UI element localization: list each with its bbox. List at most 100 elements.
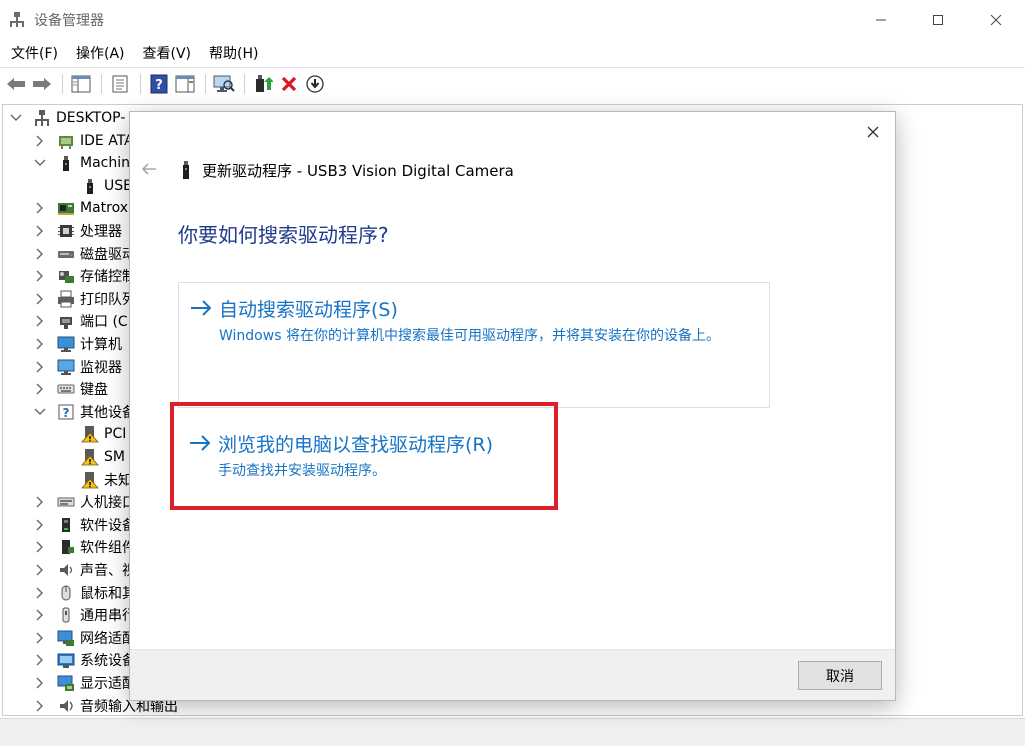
chevron-right-icon[interactable] [33, 653, 47, 667]
disable-device-button[interactable] [303, 72, 327, 96]
chevron-right-icon[interactable] [33, 676, 47, 690]
tree-row[interactable]: 存储控制 [33, 265, 136, 287]
speaker-icon [57, 561, 75, 579]
chevron-right-icon[interactable] [33, 292, 47, 306]
tree-row[interactable]: Matrox [33, 197, 128, 219]
update-driver-button[interactable] [251, 72, 275, 96]
window-close-button[interactable] [967, 0, 1025, 40]
tree-row-label: PCI [104, 426, 127, 443]
tree-row[interactable]: 监视器 [33, 356, 122, 378]
properties-button[interactable] [108, 72, 132, 96]
tree-row[interactable]: USB [57, 175, 133, 197]
tree-row[interactable]: 鼠标和其 [33, 582, 136, 604]
chevron-right-icon[interactable] [33, 224, 47, 238]
printer-icon [57, 290, 75, 308]
tree-row-label: 打印队列 [80, 291, 136, 308]
chevron-right-icon[interactable] [33, 608, 47, 622]
card-icon [57, 199, 75, 217]
chevron-right-icon[interactable] [33, 699, 47, 713]
minimize-button[interactable] [852, 0, 910, 40]
chevron-right-icon[interactable] [33, 247, 47, 261]
help-button[interactable]: ? [147, 72, 171, 96]
chevron-right-icon[interactable] [33, 382, 47, 396]
show-hide-console-tree-button[interactable] [69, 72, 93, 96]
chevron-right-icon[interactable] [33, 134, 47, 148]
usb-controller-icon [57, 606, 75, 624]
tree-row[interactable]: Machin [33, 152, 130, 174]
red-x-icon [281, 76, 297, 91]
auto-search-option[interactable]: 自动搜索驱动程序(S) Windows 将在你的计算机中搜索最佳可用驱动程序，并… [178, 282, 770, 408]
scan-monitor-icon [213, 75, 235, 92]
tree-row[interactable]: ? 其他设备 [33, 401, 136, 423]
tree-row[interactable]: PCI [57, 423, 126, 445]
chevron-right-icon[interactable] [33, 201, 47, 215]
tree-row-label: 鼠标和其 [80, 585, 136, 602]
action-pane-button[interactable] [173, 72, 197, 96]
tree-row[interactable]: 键盘 [33, 378, 108, 400]
tree-row-label: 通用串行 [80, 608, 136, 625]
tree-row[interactable]: 处理器 [33, 220, 122, 242]
minimize-icon [876, 19, 886, 21]
tree-row[interactable]: 通用串行 [33, 604, 136, 626]
dialog-close-button[interactable] [865, 124, 881, 140]
chevron-right-icon[interactable] [33, 518, 47, 532]
tree-row[interactable]: 显示适配 [33, 672, 136, 694]
tree-row[interactable]: 软件设备 [33, 514, 136, 536]
chevron-right-icon[interactable] [33, 337, 47, 351]
cancel-button[interactable]: 取消 [798, 661, 882, 690]
tree-row[interactable]: 打印队列 [33, 288, 136, 310]
tree-row-label: 未知 [104, 472, 132, 489]
toolbar-separator [140, 73, 141, 94]
unknown-device-icon: ? [57, 403, 75, 421]
chevron-right-icon[interactable] [33, 586, 47, 600]
tree-row[interactable]: 端口 (C [33, 310, 128, 332]
tree-row[interactable]: 人机接口 [33, 491, 136, 513]
computer-icon [33, 109, 51, 127]
maximize-icon [933, 15, 943, 25]
tree-row[interactable]: 网络适配 [33, 627, 136, 649]
menu-help[interactable]: 帮助(H) [202, 41, 265, 65]
tree-row-label: Matrox [80, 200, 129, 217]
tree-row[interactable]: 声音、视 [33, 559, 136, 581]
close-icon [990, 14, 1002, 26]
dialog-back-button[interactable] [140, 161, 158, 177]
tree-row[interactable]: 系统设备 [33, 649, 136, 671]
chevron-right-icon[interactable] [33, 563, 47, 577]
chevron-down-icon[interactable] [33, 156, 47, 170]
maximize-button[interactable] [909, 0, 967, 40]
keyboard-icon [57, 380, 75, 398]
uninstall-device-button[interactable] [277, 72, 301, 96]
tree-row[interactable]: 未知 [57, 469, 132, 491]
tree-row[interactable]: SM [57, 446, 125, 468]
warning-device-icon [81, 425, 99, 443]
chevron-down-icon[interactable] [9, 111, 23, 125]
software-device-icon [57, 516, 75, 534]
scan-hardware-button[interactable] [212, 72, 236, 96]
right-arrow-icon [191, 300, 212, 316]
chevron-right-icon[interactable] [33, 269, 47, 283]
chevron-right-icon[interactable] [33, 360, 47, 374]
tree-row[interactable]: IDE ATA [33, 130, 134, 152]
tree-row[interactable]: 计算机 [33, 333, 122, 355]
tree-row-label: 声音、视 [80, 563, 136, 579]
chevron-right-icon[interactable] [33, 631, 47, 645]
chevron-right-icon[interactable] [33, 314, 47, 328]
tree-row-label: 监视器 [80, 359, 122, 376]
dialog-question: 你要如何搜索驱动程序? [178, 223, 389, 247]
back-button[interactable] [4, 72, 28, 96]
menu-action[interactable]: 操作(A) [69, 41, 132, 65]
tree-row[interactable]: 软件组件 [33, 536, 136, 558]
window-title: 设备管理器 [34, 13, 104, 29]
chevron-right-icon[interactable] [33, 540, 47, 554]
menu-view[interactable]: 查看(V) [136, 41, 199, 65]
red-highlight-box [170, 402, 558, 510]
chevron-down-icon[interactable] [33, 405, 47, 419]
port-icon [57, 312, 75, 330]
tree-row[interactable]: 磁盘驱动 [33, 243, 136, 265]
forward-button[interactable] [30, 72, 54, 96]
menu-file[interactable]: 文件(F) [4, 41, 65, 65]
chevron-right-icon[interactable] [33, 495, 47, 509]
tree-row[interactable]: DESKTOP- [9, 107, 125, 129]
